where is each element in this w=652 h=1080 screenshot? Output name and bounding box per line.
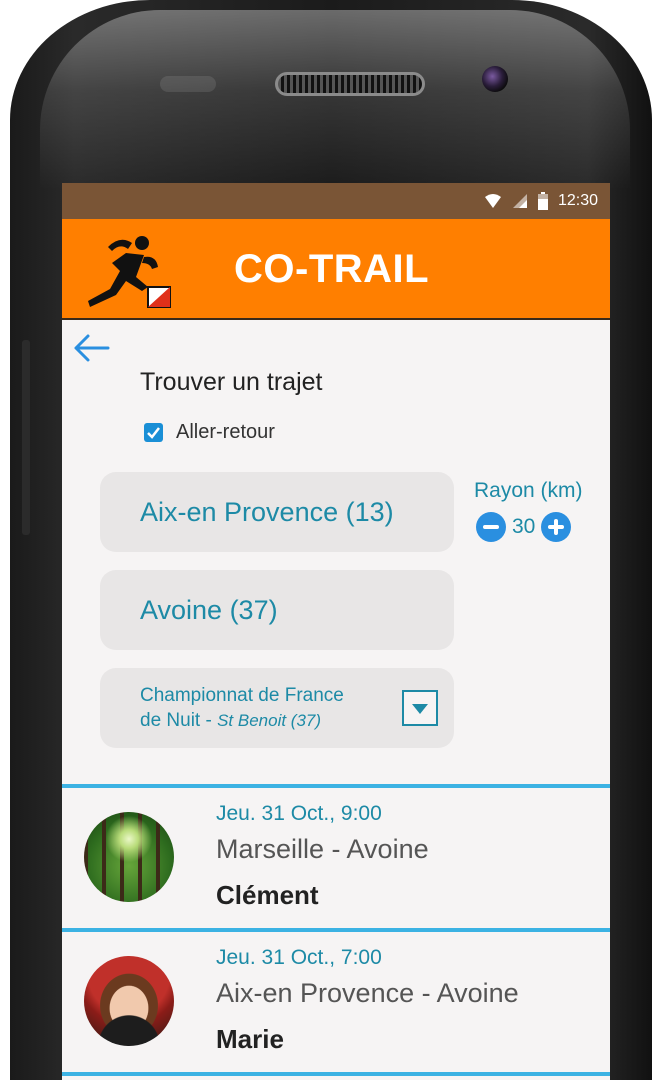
result-driver-name: Marie bbox=[216, 1024, 284, 1054]
radius-label: Rayon (km) bbox=[474, 479, 583, 502]
avatar bbox=[84, 956, 174, 1046]
battery-icon bbox=[537, 192, 548, 210]
event-line2: de Nuit - St Benoit (37) bbox=[140, 708, 390, 733]
event-location: St Benoit (37) bbox=[217, 711, 322, 730]
event-select[interactable]: Championnat de France de Nuit - St Benoi… bbox=[100, 668, 454, 748]
round-trip-label: Aller-retour bbox=[176, 421, 275, 443]
app-title: CO-TRAIL bbox=[234, 247, 430, 291]
radius-decrease-minus-icon[interactable] bbox=[476, 512, 506, 542]
phone-sensor bbox=[160, 76, 216, 92]
radius-value: 30 bbox=[512, 515, 536, 538]
checkmark-icon bbox=[147, 427, 160, 439]
status-bar: 12:30 bbox=[62, 183, 610, 219]
departure-value: Aix-en Provence (13) bbox=[140, 496, 394, 527]
phone-side-button bbox=[22, 340, 30, 535]
list-separator bbox=[62, 1072, 610, 1076]
event-text: Championnat de France de Nuit - St Benoi… bbox=[140, 683, 390, 733]
destination-value: Avoine (37) bbox=[140, 594, 278, 625]
wifi-icon bbox=[484, 194, 501, 208]
phone-camera bbox=[482, 66, 508, 92]
signal-icon bbox=[512, 194, 527, 208]
page-title: Trouver un trajet bbox=[140, 368, 323, 396]
runner-logo-icon bbox=[88, 236, 171, 308]
phone-speaker bbox=[275, 72, 425, 96]
phone-gloss bbox=[40, 10, 630, 190]
status-time: 12:30 bbox=[557, 192, 598, 209]
event-line1: Championnat de France bbox=[140, 685, 344, 706]
result-list-item[interactable]: Jeu. 31 Oct., 7:00 Aix-en Provence - Avo… bbox=[62, 932, 610, 1072]
radius-increase-plus-icon[interactable] bbox=[541, 512, 572, 542]
result-date: Jeu. 31 Oct., 7:00 bbox=[216, 946, 382, 969]
result-driver-name: Clément bbox=[216, 880, 319, 910]
result-date: Jeu. 31 Oct., 9:00 bbox=[216, 802, 382, 825]
result-route: Aix-en Provence - Avoine bbox=[216, 978, 519, 1008]
result-route: Marseille - Avoine bbox=[216, 834, 429, 864]
avatar bbox=[84, 812, 174, 902]
destination-field[interactable]: Avoine (37) bbox=[100, 570, 454, 650]
dropdown-arrow-icon[interactable] bbox=[402, 690, 438, 726]
round-trip-checkbox[interactable] bbox=[144, 423, 163, 442]
back-arrow-icon[interactable] bbox=[72, 333, 112, 363]
radius-stepper: 30 bbox=[476, 512, 572, 542]
app-screen: 12:30 CO-TRAIL Trouver un trajet Aller-r… bbox=[62, 183, 610, 1080]
event-line2-prefix: de Nuit - bbox=[140, 710, 218, 731]
result-list-item[interactable]: Jeu. 31 Oct., 9:00 Marseille - Avoine Cl… bbox=[62, 788, 610, 928]
app-bar: CO-TRAIL bbox=[62, 219, 610, 320]
departure-field[interactable]: Aix-en Provence (13) bbox=[100, 472, 454, 552]
